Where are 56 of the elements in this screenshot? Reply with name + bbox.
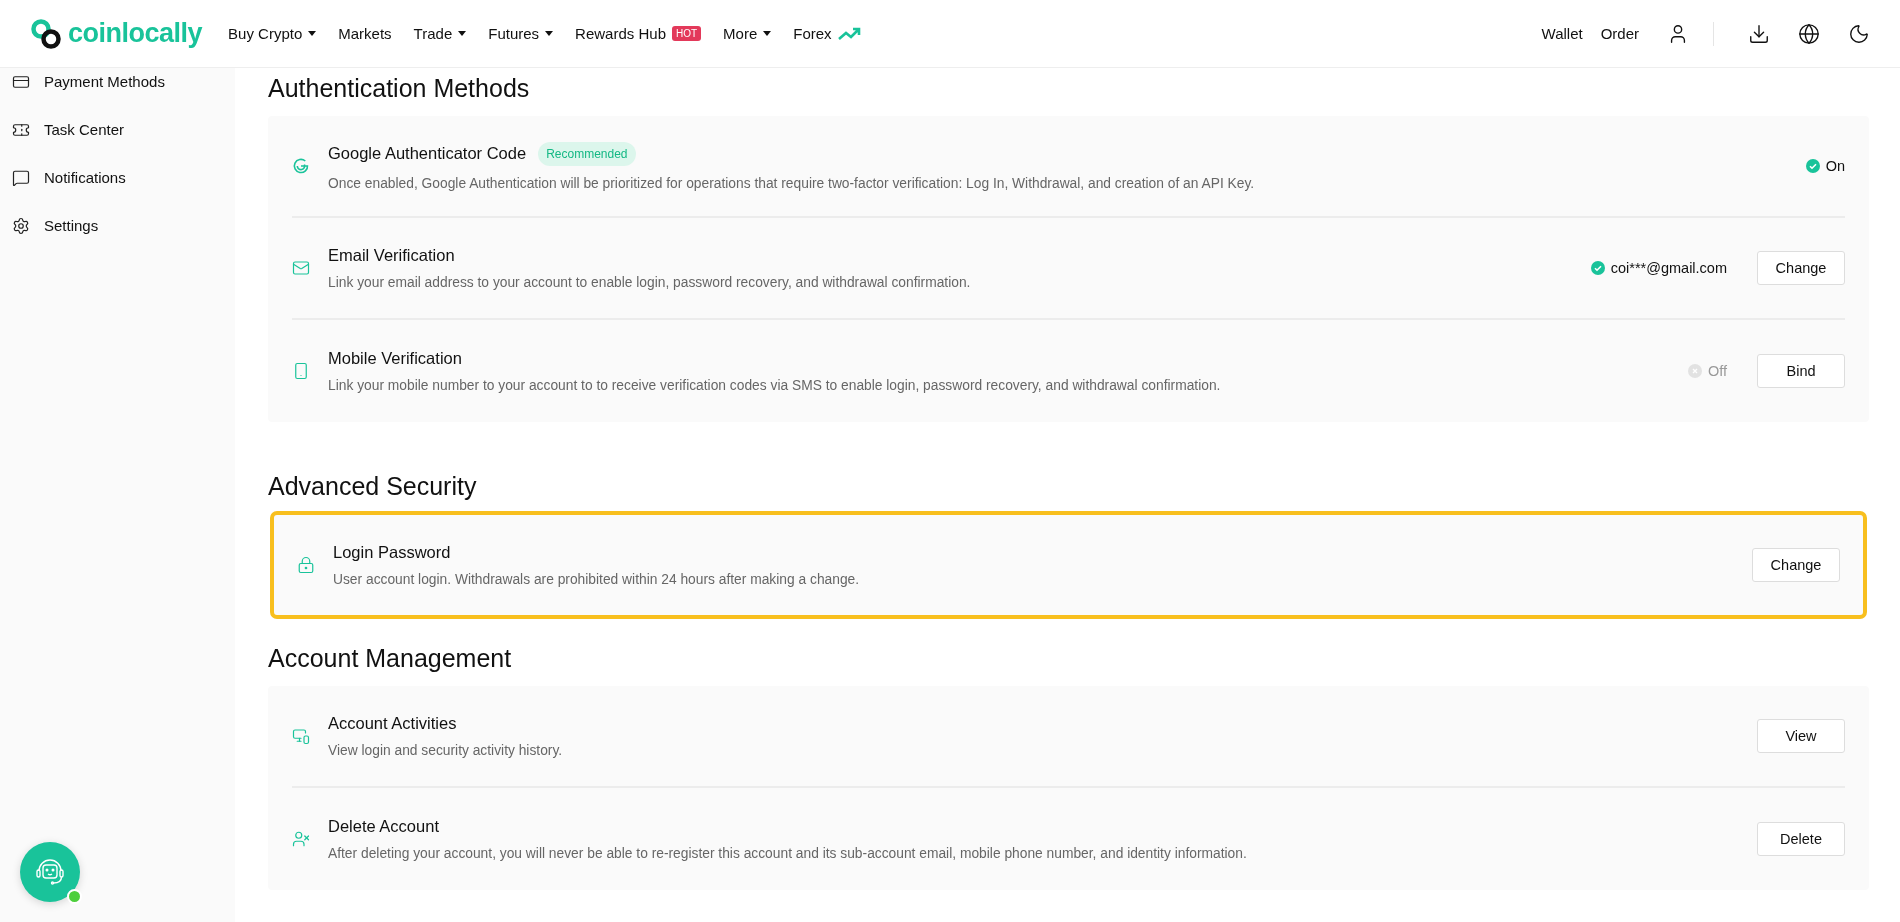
nav-link[interactable]: Forex	[793, 25, 862, 42]
action-button[interactable]: Delete	[1757, 822, 1845, 856]
caret-icon	[545, 31, 554, 36]
sidebar-item[interactable]: Task Center	[44, 121, 125, 138]
moon-icon[interactable]	[1848, 22, 1870, 45]
sidebar-item[interactable]: Notifications	[44, 169, 126, 186]
setting-description: Once enabled, Google Authentication will be prioritized for operations that require two-factor verification: Log In, Withdrawal, and creation of an API Key.	[328, 175, 1256, 191]
brand-name: coinlocally	[68, 18, 203, 49]
trend-up-icon	[837, 26, 862, 41]
logo-icon	[30, 17, 62, 50]
header-link[interactable]: Wallet	[1541, 25, 1583, 42]
caret-icon	[763, 31, 772, 36]
hot-badge: HOT	[672, 26, 702, 41]
lock-icon	[297, 556, 315, 574]
status-text: On	[1825, 158, 1845, 174]
setting-description: Link your email address to your account to enable login, password recovery, and withdrawal confirmation.	[328, 275, 972, 290]
section-title: Account Management	[268, 644, 513, 673]
sidebar-item[interactable]: Payment Methods	[44, 73, 165, 90]
nav-link[interactable]: Buy Crypto	[228, 25, 317, 42]
g-letter-icon	[292, 157, 310, 175]
caret-icon	[308, 31, 317, 36]
setting-description: After deleting your account, you will never be able to re-register this account and its sub-account email, mobile phone number, and identity information.	[328, 846, 1248, 861]
setting-title: Login Password	[333, 543, 451, 562]
mail-icon	[292, 259, 310, 277]
status-text: Off	[1707, 363, 1727, 379]
nav-link[interactable]: Rewards Hub HOT	[575, 25, 702, 42]
setting-description: Link your mobile number to your account to to receive verification codes via SMS to enable login, password recovery, and withdrawal confirmation.	[328, 378, 1222, 393]
phone-icon	[292, 362, 310, 380]
sidebar-item[interactable]: Settings	[44, 217, 99, 234]
settings-icon	[12, 216, 30, 235]
setting-title: Mobile Verification	[328, 349, 462, 368]
message-icon	[12, 168, 30, 187]
nav-link[interactable]: More	[723, 25, 772, 42]
user-remove-icon	[292, 830, 310, 848]
action-button[interactable]: Change	[1757, 251, 1845, 285]
header-link[interactable]: Order	[1600, 25, 1639, 42]
status-text: coi***@gmail.com	[1610, 260, 1727, 276]
action-button[interactable]: Change	[1752, 548, 1840, 582]
setting-title: Google Authenticator Code	[328, 144, 527, 163]
setting-title: Email Verification	[328, 246, 455, 265]
nav-link[interactable]: Futures	[488, 25, 554, 42]
download-icon[interactable]	[1748, 22, 1770, 45]
devices-icon	[292, 727, 310, 745]
action-button[interactable]: Bind	[1757, 354, 1845, 388]
nav-link[interactable]: Markets	[338, 25, 392, 42]
setting-title: Delete Account	[328, 817, 439, 836]
setting-description: User account login. Withdrawals are prohibited within 24 hours after making a change.	[333, 572, 861, 587]
caret-icon	[458, 31, 467, 36]
globe-icon[interactable]	[1798, 22, 1820, 45]
setting-description: View login and security activity history.	[328, 743, 564, 758]
setting-title: Account Activities	[328, 714, 457, 733]
nav-link[interactable]: Trade	[413, 25, 467, 42]
recommended-badge: Recommended	[538, 141, 636, 166]
action-button[interactable]: View	[1757, 719, 1845, 753]
section-title: Advanced Security	[268, 472, 478, 501]
section-title: Authentication Methods	[268, 74, 531, 103]
